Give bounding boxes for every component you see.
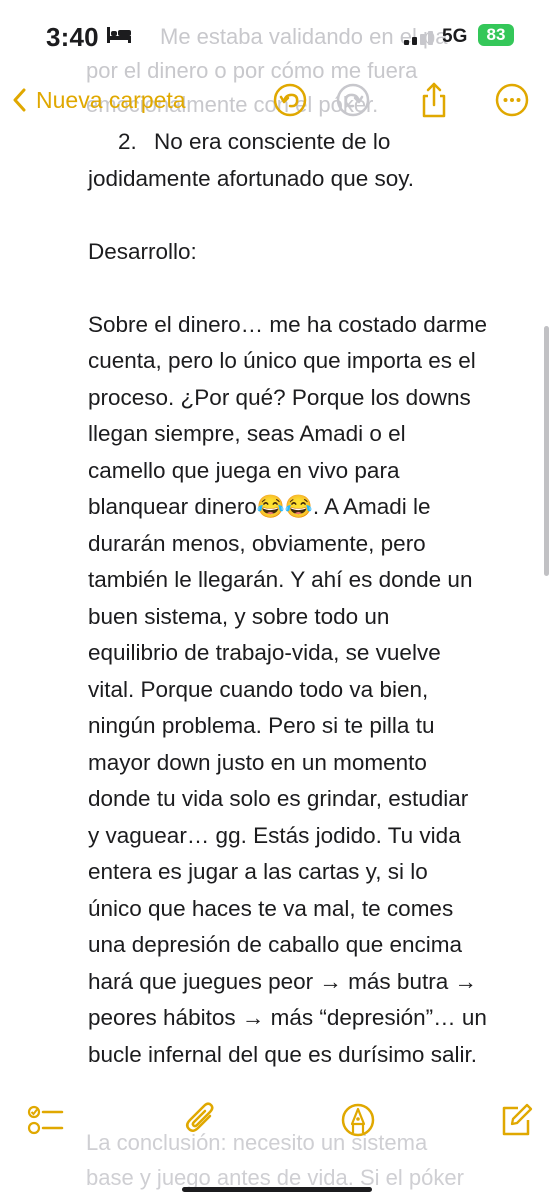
checklist-button[interactable] bbox=[26, 1100, 66, 1145]
status-time: 3:40 bbox=[46, 22, 99, 52]
markup-button[interactable] bbox=[338, 1100, 378, 1145]
paragraph-line: buen sistema, y sobre todo un bbox=[88, 603, 390, 629]
battery-indicator: 83 bbox=[478, 24, 514, 46]
pen-tip-icon bbox=[341, 1103, 375, 1137]
paragraph-line: vital. Porque cuando todo va bien, bbox=[88, 676, 429, 702]
paragraph-line: proceso. ¿Por qué? Porque los downs bbox=[88, 384, 471, 410]
redo-button[interactable] bbox=[333, 80, 373, 120]
numbered-list-item: 2. No era consciente de lo bbox=[88, 124, 528, 161]
more-options-button[interactable] bbox=[492, 80, 532, 120]
list-item-text: No era consciente de lo bbox=[154, 129, 391, 154]
paragraph-line: equilibrio de trabajo-vida, se vuelve bbox=[88, 640, 441, 665]
chevron-left-icon bbox=[13, 88, 26, 112]
undo-icon bbox=[273, 83, 307, 117]
paragraph-line: llegan siempre, seas Amadi o el bbox=[88, 421, 406, 446]
paragraph-line: entera es jugar a las cartas y, si lo bbox=[88, 859, 428, 884]
paragraph-line: único que haces te va mal, te comes bbox=[88, 895, 454, 921]
paragraph-line: cuenta, pero lo único que importa es el bbox=[88, 348, 476, 373]
note-body[interactable]: 2. No era consciente de lo jodidamente a… bbox=[88, 124, 528, 1073]
share-icon bbox=[422, 82, 446, 118]
scroll-indicator[interactable] bbox=[544, 326, 549, 576]
paragraph-line: hará que juegues peor → más butra → bbox=[88, 968, 477, 994]
list-number: 2. bbox=[118, 129, 137, 154]
paragraph-line: una depresión de caballo que encima bbox=[88, 932, 463, 957]
list-item-text-continued: jodidamente afortunado que soy. bbox=[88, 165, 415, 191]
share-button[interactable] bbox=[414, 80, 454, 120]
compose-button[interactable] bbox=[496, 1100, 536, 1145]
paragraph-line: durarán menos, obviamente, pero bbox=[88, 530, 426, 556]
paragraph-line: donde tu vida solo es grindar, estudiar bbox=[88, 786, 469, 811]
redo-icon bbox=[336, 83, 370, 117]
notes-toolbar: Nueva carpeta bbox=[0, 78, 554, 122]
paragraph-line: blanquear dinero😂😂. A Amadi le bbox=[88, 494, 431, 519]
home-indicator[interactable] bbox=[182, 1187, 372, 1192]
paragraph: Sobre el dinero… me ha costado darme cuen… bbox=[88, 307, 528, 1074]
status-bar: 3:40 5G 83 bbox=[0, 0, 554, 72]
back-button-label: Nueva carpeta bbox=[36, 86, 186, 113]
back-button[interactable]: Nueva carpeta bbox=[12, 78, 186, 122]
sleep-mode-icon bbox=[107, 27, 131, 48]
paragraph-line: bucle infernal del que es durísimo salir… bbox=[88, 1041, 477, 1067]
network-type: 5G bbox=[442, 26, 468, 47]
more-icon bbox=[495, 83, 529, 117]
paragraph-line: Sobre el dinero… me ha costado darme bbox=[88, 311, 487, 337]
paragraph-line: y vaguear… gg. Estás jodido. Tu vida bbox=[88, 822, 461, 848]
paragraph-line: camello que juega en vivo para bbox=[88, 457, 400, 483]
undo-button[interactable] bbox=[270, 80, 310, 120]
attachment-button[interactable] bbox=[182, 1100, 222, 1145]
paragraph-line: también le llegarán. Y ahí es donde un bbox=[88, 567, 473, 592]
bottom-toolbar bbox=[0, 1096, 554, 1146]
paragraph-line: mayor down justo en un momento bbox=[88, 749, 427, 775]
paperclip-icon bbox=[186, 1102, 214, 1132]
checklist-icon bbox=[27, 1105, 64, 1135]
paragraph-line: ningún problema. Pero si te pilla tu bbox=[88, 713, 435, 738]
compose-icon bbox=[502, 1103, 533, 1136]
section-heading: Desarrollo: bbox=[88, 238, 197, 264]
paragraph-line: peores hábitos → más “depresión”… un bbox=[88, 1005, 487, 1030]
cellular-signal-icon bbox=[404, 31, 434, 50]
